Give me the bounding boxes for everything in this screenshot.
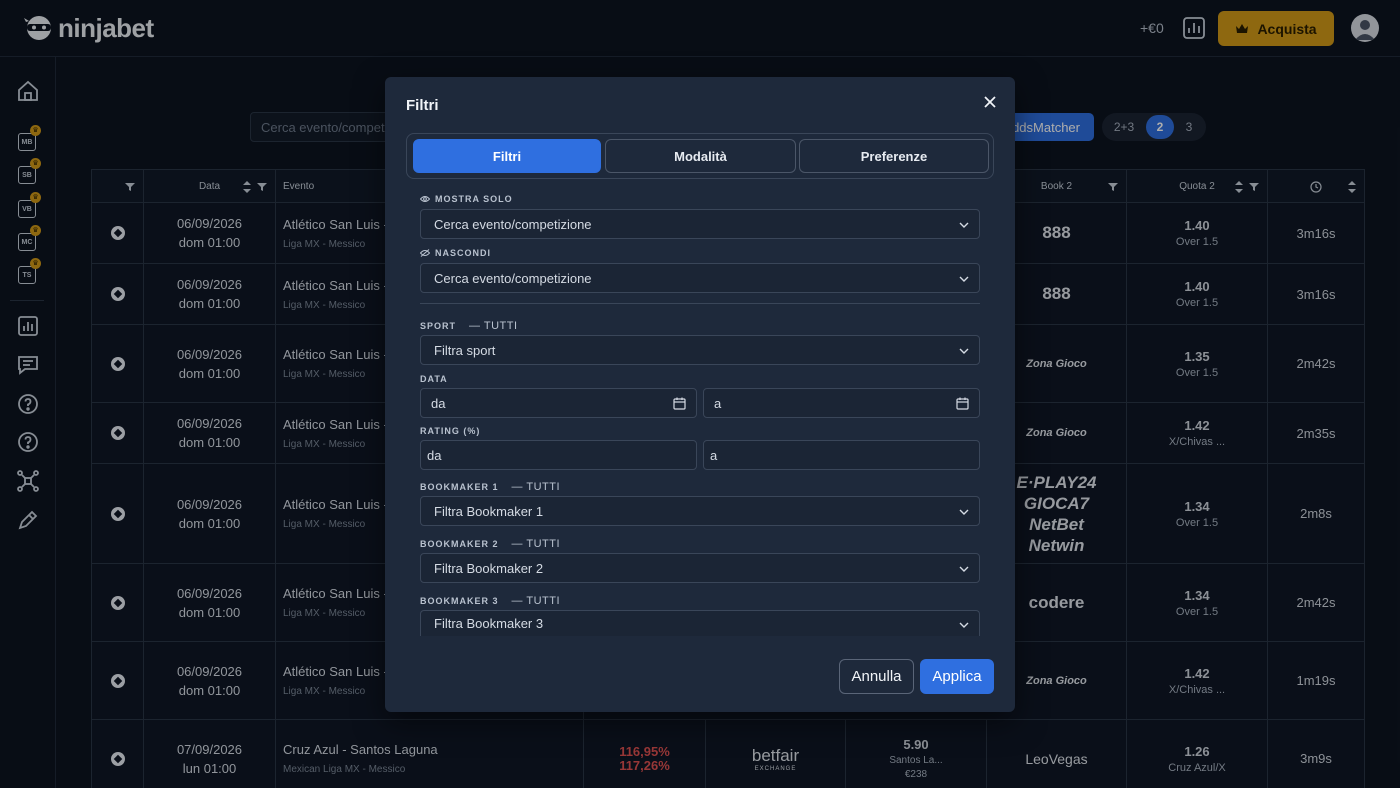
chevron-down-icon [959, 222, 969, 228]
calendar-icon [673, 397, 686, 410]
bookmaker3-select[interactable]: Filtra Bookmaker 3 [420, 610, 980, 636]
tab-preferenze[interactable]: Preferenze [799, 139, 989, 173]
rating-text: RATING (%) [420, 426, 481, 436]
chevron-down-icon [959, 276, 969, 282]
bookmaker2-all-text: — TUTTI [511, 538, 561, 550]
chevron-down-icon [959, 348, 969, 354]
modal-title: Filtri [406, 97, 439, 114]
eye-icon [420, 196, 430, 202]
tab-filtri[interactable]: Filtri [413, 139, 601, 173]
rating-to-value: a [710, 448, 718, 463]
bookmaker1-text: BOOKMAKER 1 [420, 482, 499, 492]
apply-button[interactable]: Applica [920, 659, 994, 694]
close-button[interactable] [981, 93, 999, 111]
bookmaker1-label: BOOKMAKER 1 — TUTTI [420, 481, 560, 493]
bookmaker2-select[interactable]: Filtra Bookmaker 2 [420, 553, 980, 583]
sport-value: Filtra sport [434, 343, 496, 358]
nascondi-label: NASCONDI [420, 248, 491, 258]
date-to-input[interactable]: a [703, 388, 980, 418]
cancel-button[interactable]: Annulla [839, 659, 914, 694]
rating-from-input[interactable]: da [420, 440, 697, 470]
filters-modal: Filtri Filtri Modalità Preferenze MOSTRA… [385, 77, 1015, 712]
section-divider [420, 303, 980, 304]
mostra-solo-text: MOSTRA SOLO [435, 194, 513, 204]
rating-label: RATING (%) [420, 426, 480, 436]
bookmaker3-all-text: — TUTTI [511, 595, 561, 607]
bookmaker1-select[interactable]: Filtra Bookmaker 1 [420, 496, 980, 526]
bookmaker2-label: BOOKMAKER 2 — TUTTI [420, 538, 560, 550]
mostra-solo-label: MOSTRA SOLO [420, 194, 513, 204]
close-icon [984, 96, 996, 108]
chevron-down-icon [959, 509, 969, 515]
sport-select[interactable]: Filtra sport [420, 335, 980, 365]
bookmaker1-value: Filtra Bookmaker 1 [434, 504, 544, 519]
bookmaker2-value: Filtra Bookmaker 2 [434, 561, 544, 576]
date-to-value: a [714, 396, 722, 411]
bookmaker1-all-text: — TUTTI [511, 481, 561, 493]
modal-tabs: Filtri Modalità Preferenze [406, 133, 994, 179]
mostra-solo-value: Cerca evento/competizione [434, 217, 592, 232]
eye-off-icon [420, 249, 430, 257]
chevron-down-icon [959, 566, 969, 572]
calendar-icon [956, 397, 969, 410]
sport-all-text: — TUTTI [469, 320, 518, 332]
sport-text: SPORT [420, 321, 457, 331]
nascondi-value: Cerca evento/competizione [434, 271, 592, 286]
nascondi-text: NASCONDI [435, 248, 492, 258]
date-from-input[interactable]: da [420, 388, 697, 418]
tab-modalita[interactable]: Modalità [605, 139, 796, 173]
sport-label: SPORT — TUTTI [420, 320, 518, 332]
date-from-value: da [431, 396, 446, 411]
bookmaker3-value: Filtra Bookmaker 3 [434, 616, 544, 631]
rating-to-input[interactable]: a [703, 440, 980, 470]
rating-from-value: da [427, 448, 442, 463]
bookmaker3-text: BOOKMAKER 3 [420, 596, 499, 606]
bookmaker2-text: BOOKMAKER 2 [420, 539, 499, 549]
nascondi-select[interactable]: Cerca evento/competizione [420, 263, 980, 293]
data-label: DATA [420, 374, 448, 384]
bookmaker3-label: BOOKMAKER 3 — TUTTI [420, 595, 560, 607]
chevron-down-icon [959, 622, 969, 628]
data-text: DATA [420, 374, 448, 384]
mostra-solo-select[interactable]: Cerca evento/competizione [420, 209, 980, 239]
